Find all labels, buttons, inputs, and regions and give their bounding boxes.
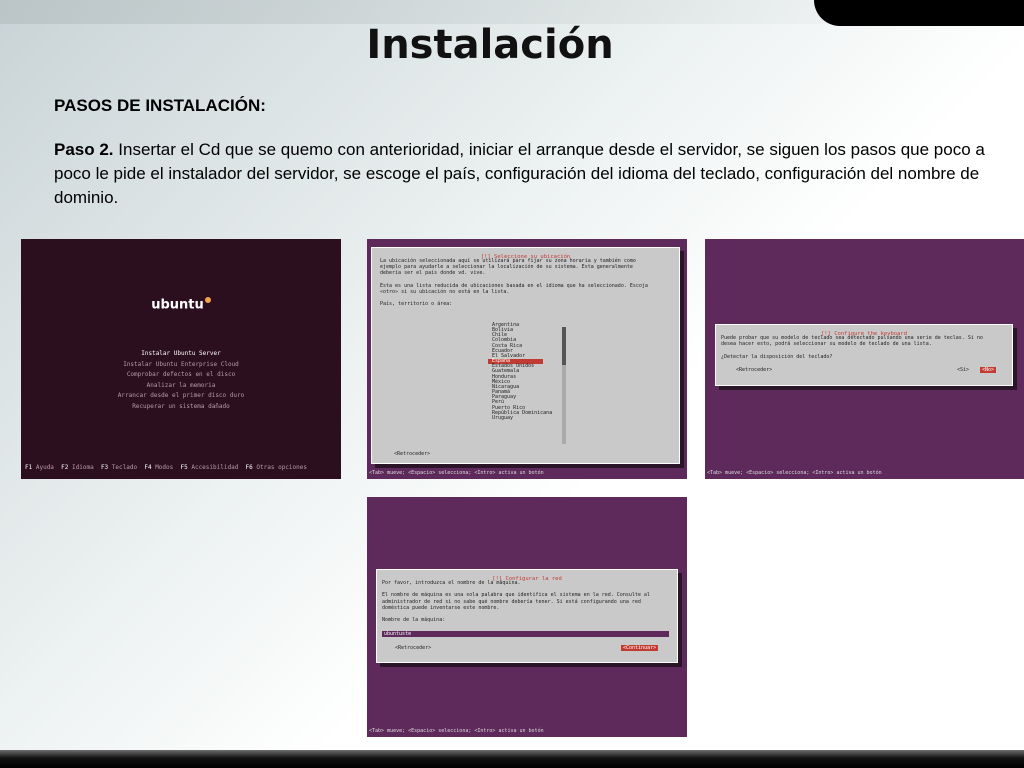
status-line: <Tab> mueve; <Espacio> selecciona; <Intr… — [369, 470, 544, 476]
network-screenshot: [!] Configurar la red Por favor, introdu… — [367, 497, 687, 737]
location-dialog: [!] Seleccione su ubicación La ubicación… — [371, 247, 680, 464]
step-paragraph: Paso 2. Insertar el Cd que se quemo con … — [54, 138, 994, 210]
ubuntu-circle-icon — [204, 297, 211, 303]
fkey-label: Idioma — [72, 464, 94, 471]
country-option[interactable]: Uruguay — [488, 415, 543, 421]
ubuntu-logo: ubuntu — [21, 297, 341, 312]
boot-menu-item[interactable]: Analizar la memoria — [21, 381, 341, 392]
boot-menu: Instalar Ubuntu Server Instalar Ubuntu E… — [21, 349, 341, 412]
keyboard-dialog: [!] Configure the keyboard Puede probar … — [715, 324, 1013, 386]
step-text: Insertar el Cd que se quemo con anterior… — [54, 140, 985, 207]
fkey-label: Accesibilidad — [191, 464, 239, 471]
network-text: Por favor, introduzca el nombre de la má… — [382, 580, 650, 624]
back-button[interactable]: <Retroceder> — [736, 367, 772, 373]
boot-menu-screenshot: ubuntu Instalar Ubuntu Server Instalar U… — [21, 239, 341, 479]
yes-button[interactable]: <Sí> — [957, 367, 969, 373]
fkey: F1 — [25, 464, 33, 471]
status-line: <Tab> mueve; <Espacio> selecciona; <Intr… — [707, 470, 882, 476]
slide-bottom-bar — [0, 750, 1024, 768]
boot-menu-item[interactable]: Comprobar defectos en el disco — [21, 370, 341, 381]
fkey-label: Ayuda — [35, 464, 54, 471]
fkey: F2 — [61, 464, 69, 471]
boot-menu-item[interactable]: Instalar Ubuntu Enterprise Cloud — [21, 360, 341, 371]
continue-button[interactable]: <Continuar> — [621, 645, 659, 651]
step-label: Paso 2. — [54, 140, 114, 159]
slide-title: Instalación — [366, 22, 614, 68]
no-button[interactable]: <No> — [980, 367, 997, 373]
hostname-input[interactable]: ubuntuste — [382, 631, 669, 637]
back-button[interactable]: <Retroceder> — [395, 645, 431, 651]
boot-menu-item[interactable]: Recuperar un sistema dañado — [21, 402, 341, 413]
location-screenshot: [!] Seleccione su ubicación La ubicación… — [367, 239, 687, 479]
boot-menu-item[interactable]: Arrancar desde el primer disco duro — [21, 391, 341, 402]
fkey-label: Modos — [155, 464, 174, 471]
status-line: <Tab> mueve; <Espacio> selecciona; <Intr… — [369, 728, 544, 734]
country-list: Argentina Bolivia Chile Colombia Costa R… — [488, 322, 552, 421]
fkey-label: Otras opciones — [256, 464, 307, 471]
scrollbar-thumb[interactable] — [562, 327, 566, 365]
list-scrollbar[interactable] — [562, 327, 566, 444]
keyboard-text: Puede probar que su modelo de teclado se… — [721, 335, 983, 360]
fkey: F5 — [180, 464, 188, 471]
fkey: F3 — [100, 464, 109, 471]
boot-menu-item[interactable]: Instalar Ubuntu Server — [21, 349, 341, 360]
fkey: F4 — [144, 464, 152, 471]
keyboard-screenshot: [!] Configure the keyboard Puede probar … — [705, 239, 1024, 479]
fkey-label: Teclado — [111, 464, 138, 471]
back-button[interactable]: <Retroceder> — [394, 451, 430, 457]
location-intro: La ubicación seleccionada aquí se utiliz… — [380, 258, 648, 308]
ubuntu-logo-text: ubuntu — [151, 297, 204, 313]
fkey: F6 — [245, 464, 253, 471]
section-heading: PASOS DE INSTALACIÓN: — [54, 96, 266, 115]
network-dialog: [!] Configurar la red Por favor, introdu… — [376, 569, 678, 663]
function-key-bar: F1 Ayuda F2 Idioma F3 Teclado F4 Modos F… — [25, 464, 307, 471]
